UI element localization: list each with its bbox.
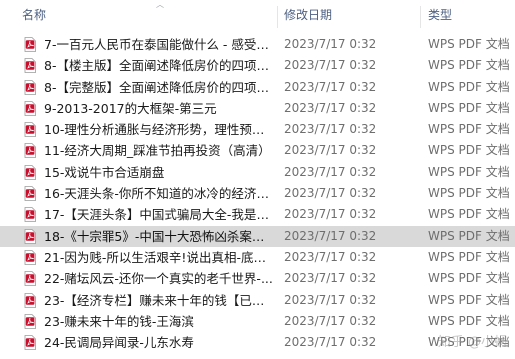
pdf-file-icon [24, 164, 36, 180]
file-modified-date: 2023/7/17 0:32 [284, 335, 377, 350]
pdf-file-icon [24, 122, 36, 138]
column-header-name[interactable]: 名称 [22, 0, 272, 30]
file-row[interactable]: 22-赌坛风云-还你一个真实的老千世界-... 2023/7/17 0:32 WPS… [0, 268, 515, 289]
file-name: 9-2013-2017的大框架-第三元 [44, 100, 217, 116]
file-type: WPS PDF 文档 [428, 100, 510, 115]
file-type: WPS PDF 文档 [428, 249, 510, 264]
file-modified-date: 2023/7/17 0:32 [284, 79, 377, 94]
file-type: WPS PDF 文档 [428, 143, 510, 158]
file-name: 8-【楼主版】全面阐述降低房价的四项基... [44, 58, 276, 74]
file-name: 17-【天涯头条】中国式骗局大全-我是骗... [44, 207, 276, 223]
column-header-date[interactable]: 修改日期 [284, 0, 420, 30]
file-name: 10-理性分析通胀与经济形势，理性预测... [44, 122, 276, 138]
column-header-name-label: 名称 [22, 8, 47, 22]
file-type: WPS PDF 文档 [428, 58, 510, 73]
file-row[interactable]: 23-赚未来十年的钱-王海滨 2023/7/17 0:32 WPS PDF 文档 [0, 311, 515, 332]
file-modified-date: 2023/7/17 0:32 [284, 228, 377, 243]
file-modified-date: 2023/7/17 0:32 [284, 100, 377, 115]
pdf-file-icon [24, 79, 36, 95]
column-header-type-label: 类型 [428, 8, 453, 22]
pdf-file-icon [24, 58, 36, 74]
file-name: 11-经济大周期_踩准节拍再投资（高清） [44, 143, 271, 159]
file-row[interactable]: 7-一百元人民币在泰国能做什么 - 感受泰... 2023/7/17 0:32 WP… [0, 34, 515, 55]
column-header-date-label: 修改日期 [284, 8, 333, 22]
file-row[interactable]: 8-【完整版】全面阐述降低房价的四项基... 2023/7/17 0:32 WPS … [0, 77, 515, 98]
file-list: 7-一百元人民币在泰国能做什么 - 感受泰... 2023/7/17 0:32 WP… [0, 34, 515, 353]
file-modified-date: 2023/7/17 0:32 [284, 58, 377, 73]
file-modified-date: 2023/7/17 0:32 [284, 143, 377, 158]
file-type: WPS PDF 文档 [428, 186, 510, 201]
file-row[interactable]: 17-【天涯头条】中国式骗局大全-我是骗... 2023/7/17 0:32 WPS… [0, 204, 515, 225]
file-type: WPS PDF 文档 [428, 292, 510, 307]
file-modified-date: 2023/7/17 0:32 [284, 186, 377, 201]
file-modified-date: 2023/7/17 0:32 [284, 122, 377, 137]
file-name: 7-一百元人民币在泰国能做什么 - 感受泰... [44, 37, 276, 52]
column-header-type[interactable]: 类型 [428, 0, 515, 30]
file-modified-date: 2023/7/17 0:32 [284, 313, 377, 328]
file-row[interactable]: 21-因为贱-所以生活艰辛!说出真相-底层... 2023/7/17 0:32 WP… [0, 247, 515, 268]
sort-arrow-icon: ︿ [156, 0, 164, 9]
column-divider[interactable] [277, 6, 278, 28]
file-modified-date: 2023/7/17 0:32 [284, 164, 377, 179]
file-type: WPS PDF 文档 [428, 122, 510, 137]
pdf-file-icon [24, 335, 36, 351]
column-divider[interactable] [420, 6, 421, 28]
pdf-file-icon [24, 250, 36, 265]
pdf-file-icon [24, 228, 36, 244]
file-type: WPS PDF 文档 [428, 207, 510, 222]
file-name: 15-戏说牛市合适崩盘 [44, 164, 165, 180]
file-modified-date: 2023/7/17 0:32 [284, 249, 377, 264]
pdf-file-icon [24, 207, 36, 223]
file-row[interactable]: 15-戏说牛市合适崩盘 2023/7/17 0:32 WPS PDF 文档 [0, 162, 515, 183]
file-name: 22-赌坛风云-还你一个真实的老千世界-... [44, 271, 273, 287]
file-modified-date: 2023/7/17 0:32 [284, 292, 377, 307]
file-name: 24-民调局异闻录-儿东水寿 [44, 335, 194, 351]
file-row[interactable]: 11-经济大周期_踩准节拍再投资（高清） 2023/7/17 0:32 WPS PD… [0, 140, 515, 161]
file-name: 16-天涯头条-你所不知道的冰冷的经济真... [44, 186, 276, 202]
file-modified-date: 2023/7/17 0:32 [284, 207, 377, 222]
file-type: WPS PDF 文档 [428, 37, 510, 51]
file-modified-date: 2023/7/17 0:32 [284, 271, 377, 286]
pdf-file-icon [24, 143, 36, 159]
pdf-file-icon [24, 37, 36, 52]
pdf-file-icon [24, 292, 36, 308]
file-modified-date: 2023/7/17 0:32 [284, 37, 377, 51]
column-header-bar: 名称 ︿ 修改日期 类型 [0, 0, 515, 30]
file-type: WPS PDF 文档 [428, 79, 510, 94]
file-type: WPS PDF 文档 [428, 271, 510, 286]
file-row[interactable]: 16-天涯头条-你所不知道的冰冷的经济真... 2023/7/17 0:32 WPS… [0, 183, 515, 204]
file-row[interactable]: 23-【经济专栏】赚未来十年的钱【已出... 2023/7/17 0:32 WPS … [0, 290, 515, 311]
file-row[interactable]: 10-理性分析通胀与经济形势，理性预测... 2023/7/17 0:32 WPS … [0, 119, 515, 140]
pdf-file-icon [24, 186, 36, 201]
file-type: WPS PDF 文档 [428, 228, 510, 243]
file-name: 18-《十宗罪5》-中国十大恐怖凶杀案》-... [44, 228, 276, 244]
file-row[interactable]: 9-2013-2017的大框架-第三元 2023/7/17 0:32 WPS PDF… [0, 98, 515, 119]
file-name: 23-【经济专栏】赚未来十年的钱【已出... [44, 292, 276, 308]
file-row[interactable]: 18-《十宗罪5》-中国十大恐怖凶杀案》-... 2023/7/17 0:32 WP… [0, 225, 515, 247]
file-name: 23-赚未来十年的钱-王海滨 [44, 313, 194, 329]
file-type: WPS PDF 文档 [428, 313, 510, 328]
pdf-file-icon [24, 100, 36, 116]
file-name: 8-【完整版】全面阐述降低房价的四项基... [44, 79, 276, 95]
watermark: 知乎 @小蜗 [437, 335, 507, 350]
file-type: WPS PDF 文档 [428, 164, 510, 179]
pdf-file-icon [24, 271, 36, 287]
pdf-file-icon [24, 313, 36, 329]
file-name: 21-因为贱-所以生活艰辛!说出真相-底层... [44, 249, 276, 265]
file-row[interactable]: 8-【楼主版】全面阐述降低房价的四项基... 2023/7/17 0:32 WPS … [0, 55, 515, 76]
